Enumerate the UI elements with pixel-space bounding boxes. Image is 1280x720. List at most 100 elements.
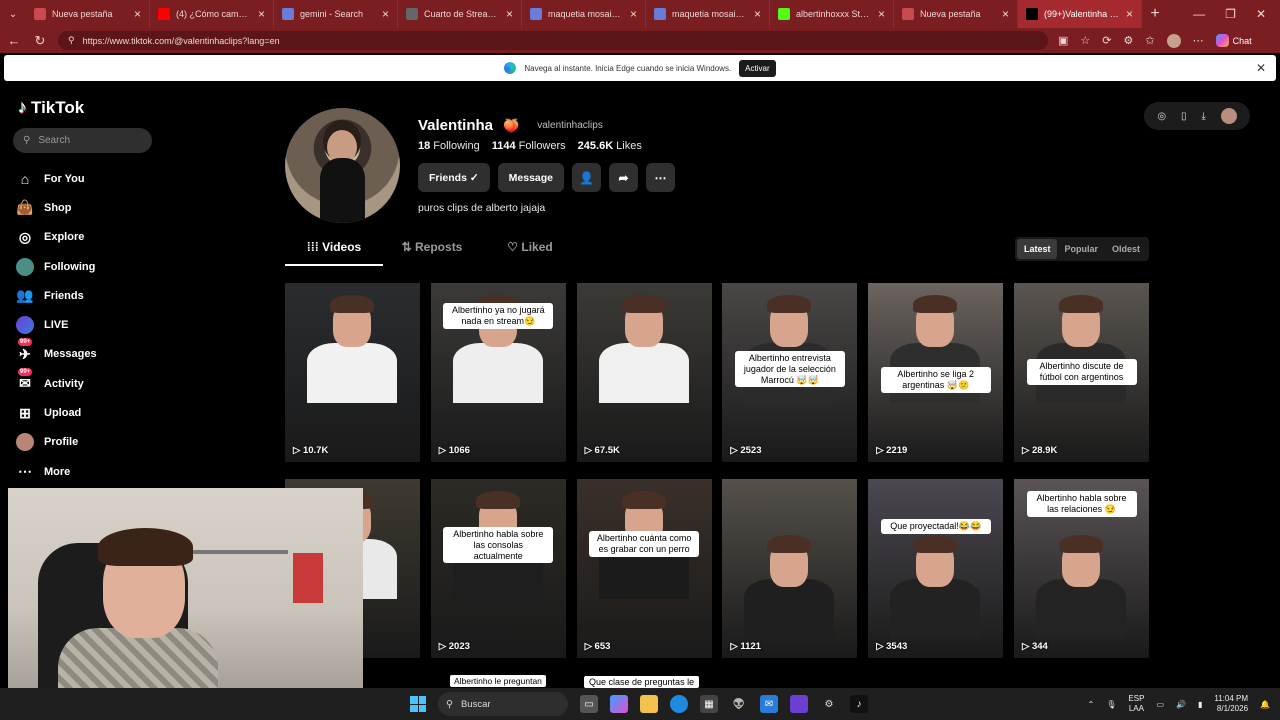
taskbar-search[interactable]: ⚲ Buscar: [438, 692, 568, 716]
sidebar-item-shop[interactable]: 👜 Shop: [16, 193, 156, 222]
minimize-button[interactable]: —: [1193, 7, 1205, 21]
sidebar-item-upload[interactable]: ⊞ Upload: [16, 398, 156, 427]
sidebar-item-following[interactable]: Following: [16, 252, 156, 281]
sort-oldest[interactable]: Oldest: [1105, 239, 1147, 259]
clock[interactable]: 11:04 PM 8/1/2026: [1214, 694, 1248, 715]
browser-tab[interactable]: maquetia mosaico - Se ×: [646, 0, 770, 28]
task-view-icon[interactable]: ▭: [580, 695, 598, 713]
windows-start-icon[interactable]: [410, 696, 426, 712]
edge-browser-icon[interactable]: [670, 695, 688, 713]
tiktok-logo[interactable]: ♪ TikTok: [18, 97, 84, 118]
reload-icon[interactable]: ↻: [32, 33, 48, 49]
friends-button[interactable]: Friends ✓: [418, 163, 490, 192]
following-stat[interactable]: 18 Following: [418, 140, 480, 152]
device-icon[interactable]: ▯: [1181, 111, 1187, 122]
sort-latest[interactable]: Latest: [1016, 239, 1058, 259]
back-arrow-icon[interactable]: ←: [6, 33, 22, 48]
video-thumbnail[interactable]: ▷ 10.7K: [285, 283, 420, 462]
video-thumbnail[interactable]: Albertinho habla sobre las consolas actu…: [430, 479, 566, 658]
download-icon[interactable]: ⤓: [1201, 111, 1205, 122]
browser-tab[interactable]: Cuarto de Streams | Use ×: [398, 0, 522, 28]
copilot-chat-button[interactable]: Chat: [1215, 34, 1252, 47]
video-thumbnail[interactable]: ▷ 67.5K: [576, 283, 712, 462]
tab-liked[interactable]: ♡ Liked: [481, 240, 579, 266]
close-window-button[interactable]: ✕: [1256, 7, 1266, 21]
browser-tab[interactable]: albertinhoxxx Stream - K ×: [770, 0, 894, 28]
tiktok-app-icon[interactable]: ♪: [850, 695, 868, 713]
sidebar-item-messages[interactable]: ✈ 99+ Messages: [16, 338, 156, 369]
language-indicator[interactable]: ESP LAA: [1128, 694, 1144, 713]
search-input[interactable]: ⚲ Search: [13, 128, 152, 153]
battery-icon[interactable]: ▮: [1198, 700, 1202, 709]
browser-tab[interactable]: (4) ¿Cómo cambiar el c ×: [150, 0, 274, 28]
video-thumbnail[interactable]: Albertinho entrevista jugador de la sele…: [722, 283, 858, 462]
sidebar-item-profile[interactable]: Profile: [16, 428, 156, 457]
mail-icon[interactable]: ✉: [760, 695, 778, 713]
profile-avatar-icon[interactable]: [1166, 33, 1181, 48]
alien-app-icon[interactable]: 👽: [730, 695, 748, 713]
close-notification-icon[interactable]: ✕: [1256, 61, 1266, 75]
split-screen-icon[interactable]: ▣: [1058, 34, 1068, 47]
followers-stat[interactable]: 1144 Followers: [492, 140, 566, 152]
sidebar-item-activity[interactable]: ✉ 99+ Activity: [16, 367, 156, 398]
coins-icon[interactable]: ◎: [1157, 111, 1166, 122]
favorites-icon[interactable]: ✩: [1145, 34, 1154, 47]
sidebar-item-friends[interactable]: 👥 Friends: [16, 281, 156, 310]
close-tab-icon[interactable]: ×: [382, 7, 389, 21]
refresh-tab-icon[interactable]: ⟳: [1102, 34, 1111, 47]
video-thumbnail[interactable]: Albertinho se liga 2 argentinas 🤯😕 ▷ 2219: [868, 283, 1004, 462]
store-icon[interactable]: ▦: [700, 695, 718, 713]
user-avatar[interactable]: [1220, 108, 1237, 124]
copilot-app-icon[interactable]: [610, 695, 628, 713]
share-icon[interactable]: ➦: [609, 163, 638, 192]
close-tab-icon[interactable]: ×: [630, 7, 637, 21]
tab-list-chevron-icon[interactable]: ⌄: [0, 9, 26, 20]
maximize-button[interactable]: ❐: [1225, 7, 1236, 21]
close-tab-icon[interactable]: ×: [506, 7, 513, 21]
url-field[interactable]: ⚲ https://www.tiktok.com/@valentinhaclip…: [58, 31, 1048, 50]
profile-avatar[interactable]: [285, 108, 400, 223]
favorite-star-icon[interactable]: ☆: [1080, 34, 1090, 47]
browser-tab[interactable]: Nueva pestaña ×: [894, 0, 1018, 28]
video-thumbnail[interactable]: Albertinho discute de fútbol con argenti…: [1014, 283, 1149, 462]
mic-icon[interactable]: 🎙: [1106, 700, 1116, 709]
add-friend-icon[interactable]: 👤: [572, 163, 601, 192]
video-thumbnail[interactable]: Albertinho cuánta como es grabar con un …: [576, 479, 712, 658]
site-info-icon[interactable]: ⚲: [68, 35, 75, 46]
browser-tab[interactable]: (99+)Valentinha 🍑 (@v ×: [1018, 0, 1142, 28]
settings-icon[interactable]: ⚙: [820, 695, 838, 713]
extensions-icon[interactable]: ⚙: [1124, 34, 1134, 47]
activate-button[interactable]: Activar: [739, 59, 776, 77]
browser-tab[interactable]: gemini - Search ×: [274, 0, 398, 28]
video-thumbnail[interactable]: Que proyectadal!😂😂 ▷ 3543: [868, 479, 1004, 658]
sidebar-item-explore[interactable]: ◎ Explore: [16, 223, 156, 252]
close-tab-icon[interactable]: ×: [754, 7, 761, 21]
new-tab-button[interactable]: +: [1142, 5, 1168, 23]
message-button[interactable]: Message: [497, 163, 564, 192]
video-thumbnail[interactable]: Albertinho habla sobre las relaciones 😏 ▷…: [1014, 479, 1149, 658]
close-tab-icon[interactable]: ×: [1002, 7, 1009, 21]
menu-dots-icon[interactable]: ⋯: [1193, 34, 1204, 47]
close-tab-icon[interactable]: ×: [258, 7, 265, 21]
tab-videos[interactable]: ⁞⁞⁞ Videos: [285, 240, 383, 266]
close-tab-icon[interactable]: ×: [878, 7, 885, 21]
sidebar-item-live[interactable]: LIVE: [16, 310, 156, 339]
tray-chevron-icon[interactable]: ⌃: [1088, 700, 1095, 709]
sidebar-item-more[interactable]: ⋯ More: [16, 457, 156, 486]
game-app-icon[interactable]: [790, 695, 808, 713]
browser-tab[interactable]: maquetia mosaico - Se ×: [522, 0, 646, 28]
tab-reposts[interactable]: ⇅ Reposts: [383, 240, 481, 266]
network-icon[interactable]: ▭: [1156, 700, 1164, 709]
close-tab-icon[interactable]: ×: [134, 7, 141, 21]
video-thumbnail[interactable]: ▷ 1121: [722, 479, 858, 658]
file-explorer-icon[interactable]: [640, 695, 658, 713]
sidebar-item-for-you[interactable]: ⌂ For You: [16, 164, 156, 193]
notifications-icon[interactable]: 🔔: [1260, 700, 1270, 709]
sort-popular[interactable]: Popular: [1057, 239, 1105, 259]
volume-icon[interactable]: 🔊: [1176, 700, 1186, 709]
video-thumbnail[interactable]: Albertinho ya no jugará nada en stream😏 ▷…: [430, 283, 566, 462]
search-icon: [530, 8, 542, 20]
close-tab-icon[interactable]: ×: [1126, 7, 1133, 21]
more-options-icon[interactable]: ⋯: [646, 163, 675, 192]
browser-tab[interactable]: Nueva pestaña ×: [26, 0, 150, 28]
